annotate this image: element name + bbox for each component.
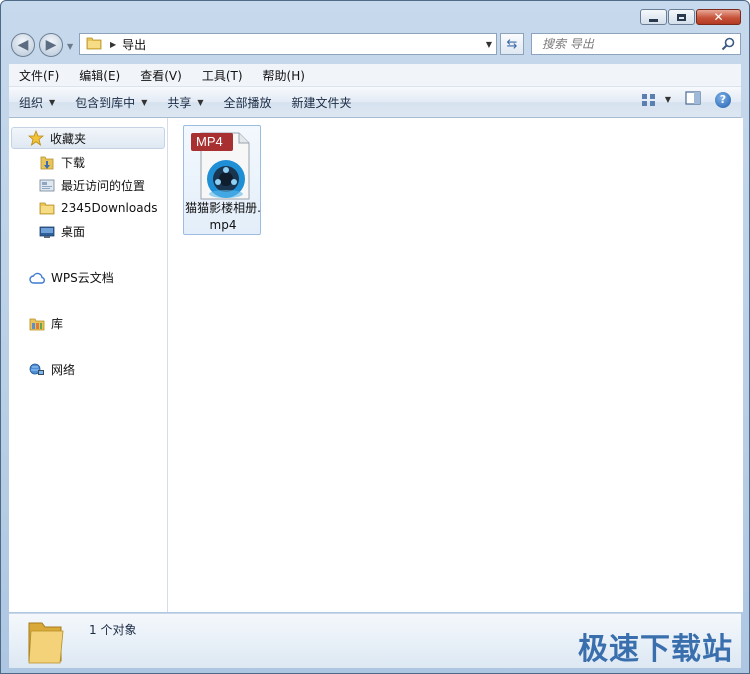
minimize-button[interactable] — [640, 9, 667, 25]
nav-wps-cloud[interactable]: WPS云文档 — [29, 269, 114, 286]
address-dropdown-icon[interactable]: ▼ — [486, 40, 492, 49]
address-bar[interactable]: ▶ 导出 ▼ — [79, 33, 497, 55]
nav-recent-places[interactable]: 最近访问的位置 — [39, 177, 145, 194]
library-icon — [29, 316, 45, 332]
cloud-icon — [29, 270, 45, 286]
details-pane: 1 个对象 极速下载站 — [9, 613, 741, 668]
file-item[interactable]: MP4 猫猫影楼相册.mp4 — [183, 125, 261, 235]
close-icon: ✕ — [713, 10, 724, 24]
nav-desktop-label: 桌面 — [61, 225, 86, 239]
view-grid-icon — [641, 93, 655, 106]
chevron-down-icon: ▼ — [197, 97, 204, 107]
nav-libraries-label: 库 — [51, 317, 64, 331]
nav-downloads[interactable]: 下载 — [39, 154, 85, 171]
menu-bar: 文件(F) 编辑(E) 查看(V) 工具(T) 帮助(H) — [9, 64, 741, 87]
include-in-library-button[interactable]: 包含到库中 ▼ — [65, 94, 157, 111]
nav-network-label: 网络 — [51, 363, 76, 377]
nav-recent-label: 最近访问的位置 — [61, 179, 146, 193]
network-icon — [29, 362, 45, 378]
file-type-badge: MP4 — [196, 134, 223, 149]
nav-network[interactable]: 网络 — [29, 361, 75, 378]
play-all-button[interactable]: 全部播放 — [214, 94, 282, 111]
search-input[interactable] — [540, 36, 724, 52]
include-library-label: 包含到库中 — [75, 95, 136, 110]
menu-help[interactable]: 帮助(H) — [253, 67, 315, 84]
refresh-icon: ⇆ — [506, 36, 518, 52]
maximize-icon — [677, 13, 686, 21]
minimize-icon — [649, 18, 658, 22]
arrow-left-icon: ◀ — [17, 37, 29, 53]
file-list[interactable]: MP4 猫猫影楼相册.mp4 — [168, 118, 743, 612]
navigation-pane: 收藏夹 下载 最近访问的位置 2345Downloads 桌面 WPS云文档 库… — [9, 118, 168, 612]
nav-favorites[interactable]: 收藏夹 — [11, 127, 165, 149]
folder-icon — [28, 622, 64, 664]
star-icon — [28, 130, 44, 146]
new-folder-button[interactable]: 新建文件夹 — [282, 94, 362, 111]
search-icon[interactable] — [721, 37, 735, 54]
recent-places-icon — [39, 178, 55, 194]
nav-2345downloads-label: 2345Downloads — [61, 201, 158, 215]
menu-edit[interactable]: 编辑(E) — [69, 67, 130, 84]
nav-downloads-label: 下载 — [61, 156, 86, 170]
command-bar: 组织 ▼ 包含到库中 ▼ 共享 ▼ 全部播放 新建文件夹 ▼ ? — [9, 87, 741, 118]
change-view-button[interactable]: ▼ — [641, 93, 671, 107]
menu-file[interactable]: 文件(F) — [9, 67, 69, 84]
nav-favorites-label: 收藏夹 — [50, 131, 87, 146]
close-button[interactable]: ✕ — [696, 9, 741, 25]
folder-icon — [39, 200, 55, 216]
recent-pages-dropdown[interactable]: ▼ — [67, 42, 73, 51]
breadcrumb-current[interactable]: 导出 — [122, 36, 146, 53]
help-icon: ? — [719, 93, 727, 106]
chevron-down-icon: ▼ — [664, 95, 671, 104]
arrow-right-icon: ▶ — [45, 37, 57, 53]
folder-icon — [86, 35, 102, 54]
nav-desktop[interactable]: 桌面 — [39, 223, 85, 240]
preview-pane-icon — [685, 91, 701, 105]
share-button[interactable]: 共享 ▼ — [157, 94, 213, 111]
help-button[interactable]: ? — [715, 91, 731, 108]
nav-wps-label: WPS云文档 — [51, 271, 114, 285]
chevron-down-icon: ▼ — [49, 97, 56, 107]
search-box[interactable] — [531, 33, 741, 55]
downloads-folder-icon — [39, 155, 55, 171]
preview-pane-button[interactable] — [685, 91, 701, 108]
file-name: 猫猫影楼相册.mp4 — [185, 201, 261, 232]
chevron-down-icon: ▼ — [141, 97, 148, 107]
watermark-logo: 极速下载站 — [578, 632, 733, 667]
caption-buttons: ✕ — [640, 9, 741, 25]
explorer-window: ✕ ◀ ▶ ▼ ▶ 导出 ▼ ⇆ 文件(F) 编辑(E) 查看(V) 工具(T)… — [0, 0, 750, 674]
menu-tools[interactable]: 工具(T) — [192, 67, 253, 84]
nav-libraries[interactable]: 库 — [29, 315, 63, 332]
view-controls: ▼ ? — [641, 91, 731, 108]
refresh-button[interactable]: ⇆ — [500, 33, 524, 55]
maximize-button[interactable] — [668, 9, 695, 25]
organize-label: 组织 — [19, 95, 44, 110]
organize-button[interactable]: 组织 ▼ — [9, 94, 65, 111]
nav-2345downloads[interactable]: 2345Downloads — [39, 200, 157, 216]
forward-button[interactable]: ▶ — [39, 33, 63, 57]
back-button[interactable]: ◀ — [11, 33, 35, 57]
menu-view[interactable]: 查看(V) — [130, 67, 192, 84]
share-label: 共享 — [167, 95, 192, 110]
item-count: 1 个对象 — [89, 623, 137, 637]
breadcrumb-chevron-icon[interactable]: ▶ — [110, 40, 116, 49]
desktop-icon — [39, 224, 55, 240]
